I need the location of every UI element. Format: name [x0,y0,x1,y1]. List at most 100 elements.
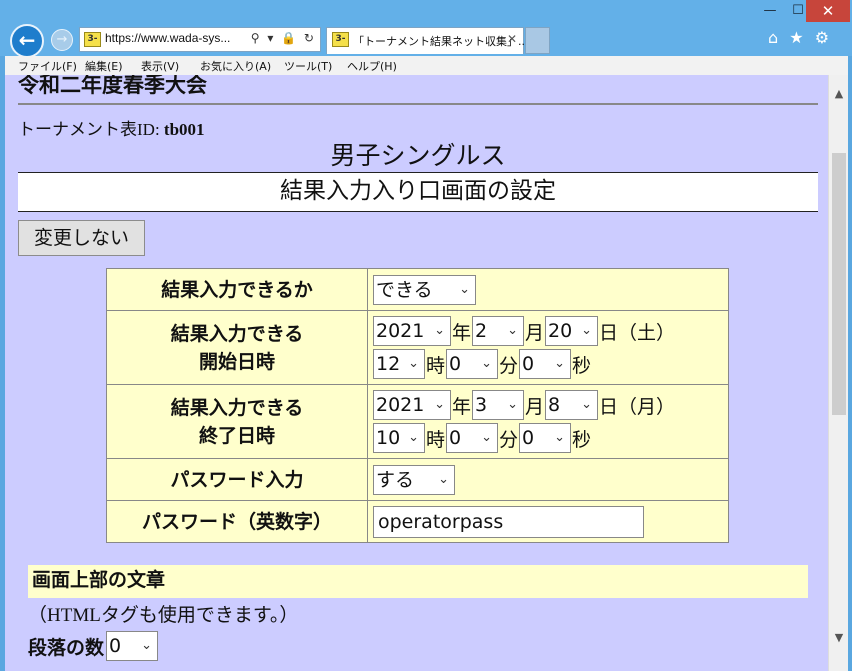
chevron-down-icon: ⌄ [581,397,593,412]
menu-tools[interactable]: ツール(T) [284,58,332,74]
start-label-line2: 開始日時 [198,350,275,373]
end-month-value: 3 [475,394,488,416]
tab-favicon-icon: 3- [332,32,349,47]
setting-row-can-input: 結果入力できるか できる ⌄ [106,268,729,311]
back-arrow-icon: ← [18,28,36,52]
browser-tab-active[interactable]: 3- 「トーナメント結果ネット収集」... ✕ [326,27,529,54]
paragraph-count-label: 段落の数 [28,636,105,659]
favorites-star-icon[interactable]: ★ [789,28,803,47]
start-day-value: 20 [548,320,573,342]
start-minute-select[interactable]: 0 ⌄ [446,349,499,379]
tab-close-icon[interactable]: ✕ [507,32,517,46]
new-tab-button[interactable] [525,27,550,54]
forward-button[interactable]: → [51,29,73,51]
year-unit: 年 [452,321,472,344]
chevron-down-icon: ⌄ [434,397,445,412]
start-second-select[interactable]: 0 ⌄ [519,349,572,379]
page-viewport: 令和二年度春季大会 トーナメント表ID: tb001 男子シングルス 結果入力入… [5,75,848,671]
minute-unit: 分 [499,354,519,377]
can-input-cell: できる ⌄ [367,268,729,311]
password-input-label: パスワード入力 [106,458,368,501]
end-label-line2: 終了日時 [198,424,275,447]
chevron-down-icon: ⌄ [408,430,419,445]
end-month-select[interactable]: 3 ⌄ [472,390,525,420]
second-unit: 秒 [572,428,592,451]
start-year-value: 2021 [376,320,425,342]
address-bar[interactable]: 3- https://www.wada-sys... ⚲ ▾ 🔒 ↻ [79,27,321,52]
can-input-label: 結果入力できるか [106,268,368,311]
start-day-select[interactable]: 20 ⌄ [545,316,599,346]
chevron-down-icon: ⌄ [438,471,449,487]
settings-gear-icon[interactable]: ⚙ [815,28,829,47]
end-label: 結果入力できる 終了日時 [106,384,368,459]
start-month-select[interactable]: 2 ⌄ [472,316,525,346]
paragraph-count-value: 0 [109,635,122,657]
start-hour-select[interactable]: 12 ⌄ [373,349,425,379]
minimize-button[interactable]: — [755,0,785,22]
end-minute-value: 0 [449,427,462,449]
start-year-select[interactable]: 2021 ⌄ [373,316,451,346]
hour-unit: 時 [426,354,446,377]
address-url[interactable]: https://www.wada-sys... [105,31,230,45]
chevron-down-icon: ⌄ [507,397,519,412]
password-input-cell: する ⌄ [367,458,729,501]
page-content: 令和二年度春季大会 トーナメント表ID: tb001 男子シングルス 結果入力入… [5,75,828,671]
menu-file[interactable]: ファイル(F) [18,58,77,74]
setting-row-password-input: パスワード入力 する ⌄ [106,458,729,501]
end-day-value: 8 [548,394,561,416]
forward-arrow-icon: → [56,32,68,47]
chevron-down-icon: ⌄ [459,281,470,297]
divider [18,103,818,105]
start-cell: 2021 ⌄ 年 2 ⌄ 月 20 ⌄ 日（土） 12 ⌄ 時 0 ⌄ 分 0 ⌄ 秒 [367,310,729,385]
end-day-select[interactable]: 8 ⌄ [545,390,599,420]
start-label-line1: 結果入力できる [170,322,304,345]
second-unit: 秒 [572,354,592,377]
menu-favorites[interactable]: お気に入り(A) [200,58,271,74]
end-year-select[interactable]: 2021 ⌄ [373,390,451,420]
paragraph-heading: 画面上部の文章 [28,565,808,598]
chevron-down-icon: ⌄ [554,430,566,445]
site-favicon-icon: 3- [84,32,101,47]
password-cell: operatorpass [367,500,729,543]
menu-bar: ファイル(F) 編集(E) 表示(V) お気に入り(A) ツール(T) ヘルプ(… [5,56,848,75]
back-button[interactable]: ← [10,24,44,58]
no-change-button[interactable]: 変更しない [18,220,145,256]
start-second-value: 0 [522,353,535,375]
password-input-select[interactable]: する ⌄ [373,464,455,495]
start-minute-value: 0 [449,353,462,375]
chevron-down-icon: ⌄ [141,638,153,653]
section-title: 結果入力入り口画面の設定 [18,172,818,212]
setting-row-password: パスワード（英数字） operatorpass [106,500,729,543]
menu-help[interactable]: ヘルプ(H) [347,58,397,74]
browser-tool-icons: ⌂ ★ ⚙ [768,28,835,47]
address-action-icons[interactable]: ⚲ ▾ 🔒 ↻ [251,31,316,45]
can-input-select[interactable]: できる ⌄ [373,274,476,305]
paragraph-count-select[interactable]: 0 ⌄ [106,631,159,661]
paragraph-note: （HTMLタグも使用できます。） [28,605,299,626]
setting-row-end: 結果入力できる 終了日時 2021 ⌄ 年 3 ⌄ 月 8 ⌄ 日（月） 10 ⌄ 時 [106,384,729,459]
month-unit: 月 [525,321,545,344]
password-field[interactable]: operatorpass [373,505,644,538]
start-hour-value: 12 [376,353,401,375]
scroll-down-icon[interactable]: ▼ [829,631,848,645]
menu-edit[interactable]: 編集(E) [85,58,123,74]
vertical-scrollbar[interactable]: ▲ ▼ [828,75,848,671]
scroll-up-icon[interactable]: ▲ [829,87,848,101]
paragraph-count-row: 段落の数 0 ⌄ [28,631,159,661]
menu-view[interactable]: 表示(V) [141,58,179,74]
end-hour-select[interactable]: 10 ⌄ [373,423,425,453]
close-window-button[interactable]: ✕ [806,0,850,22]
end-second-select[interactable]: 0 ⌄ [519,423,572,453]
scrollbar-thumb[interactable] [832,153,846,415]
month-unit: 月 [525,395,545,418]
home-icon[interactable]: ⌂ [768,28,778,47]
chevron-down-icon: ⌄ [481,356,493,371]
category-title: 男子シングルス [330,141,506,170]
chevron-down-icon: ⌄ [581,323,593,338]
settings-table: 結果入力できるか できる⌄ 結果入力できる 開始日時 2021⌄ 年 2⌄ [106,268,729,543]
tab-title: 「トーナメント結果ネット収集」... [353,35,529,48]
window-titlebar: — ☐ ✕ [0,0,852,24]
end-minute-select[interactable]: 0 ⌄ [446,423,499,453]
password-label: パスワード（英数字） [106,500,368,543]
can-input-value: できる [376,278,433,301]
